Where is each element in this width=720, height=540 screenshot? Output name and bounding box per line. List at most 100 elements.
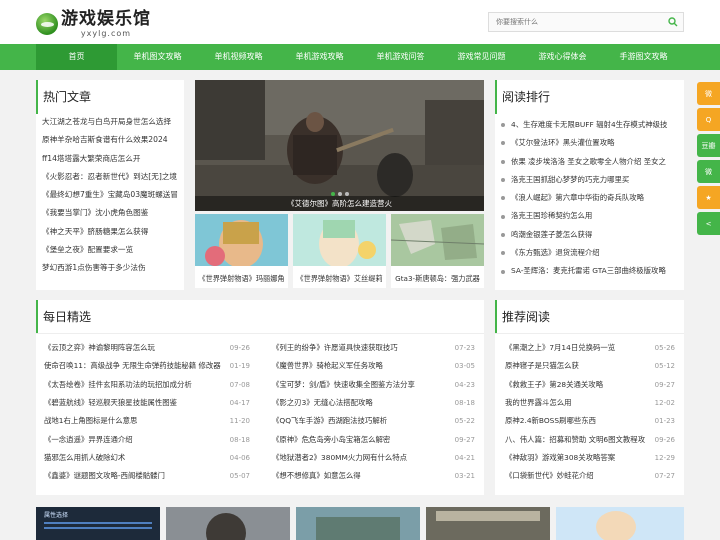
nav-item-mobile-guides[interactable]: 手游图文攻略 — [603, 44, 684, 70]
hot-article-link[interactable]: 《堡垒之夜》配置要求一览 — [42, 241, 178, 259]
gallery-thumb[interactable] — [166, 507, 290, 540]
daily-pick-title: 《碧蓝航线》轻巡舰天狼星技能属性图鉴 — [44, 397, 178, 407]
daily-pick-date: 04-23 — [454, 380, 475, 389]
gallery-thumb[interactable] — [556, 507, 684, 540]
logo-mark-icon — [36, 13, 58, 35]
thumb-card[interactable]: 《世界弹射物语》玛丽娜角 — [195, 214, 288, 288]
gallery-thumb[interactable] — [426, 507, 550, 540]
thumb-card[interactable]: Gta3-斯唐顿岛：强力武器 — [390, 214, 485, 288]
nav-item-pc-videos[interactable]: 单机视频攻略 — [198, 44, 279, 70]
daily-pick-date: 09-26 — [229, 344, 250, 352]
site-header: 游戏娱乐馆 yxylg.com — [0, 0, 720, 44]
daily-pick-date: 04-21 — [454, 453, 475, 462]
daily-pick-item[interactable]: 猫邪怎么用抓人破除幻术 04-06 — [44, 449, 250, 467]
daily-pick-title: 《影之刃3》无缝心法搭配攻略 — [272, 397, 373, 407]
recommended-date: 05-26 — [654, 344, 675, 352]
hot-article-link[interactable]: 梦幻西游1点伤害等于多少法伤 — [42, 259, 178, 277]
nav-item-pc-strategy[interactable]: 单机游戏攻略 — [279, 44, 360, 70]
daily-pick-item[interactable]: 《一念逍遥》异界连通介绍 08-18 — [44, 431, 250, 449]
bullet-icon — [501, 123, 505, 128]
daily-pick-item[interactable]: 《原神》危危岛旁小岛宝箱怎么解密 09-27 — [272, 431, 475, 449]
daily-pick-title: 《地狱潜者2》380MM火力网有什么特点 — [272, 452, 408, 462]
hot-article-link[interactable]: ff14塔塔露大繁荣商店怎么开 — [42, 150, 178, 168]
daily-pick-date: 09-27 — [454, 435, 475, 444]
thumb-card[interactable]: 《世界弹射物语》艾丝缇莉 — [293, 214, 386, 288]
hot-article-link[interactable]: 原神羊杂哈吉斯食谱有什么效果2024 — [42, 131, 178, 149]
daily-pick-item[interactable]: 《想不想修真》如意怎么得 03-21 — [272, 467, 475, 485]
daily-pick-item[interactable]: 《云顶之弈》神谕黎明阵容怎么玩 09-26 — [44, 339, 250, 357]
search-input[interactable] — [489, 13, 659, 31]
weibo-icon[interactable]: 微 — [697, 82, 720, 105]
daily-pick-item[interactable]: 《列王的纷争》许愿道具快速获取技巧 07-23 — [272, 339, 475, 357]
recommended-item[interactable]: 我的世界露斗怎么用 12-02 — [505, 394, 675, 412]
ranking-item[interactable]: 4、生存难度卡无限BUFF 辐射4生存模式神级技 — [501, 116, 676, 134]
daily-pick-item[interactable]: 《碧蓝航线》轻巡舰天狼星技能属性图鉴 04-17 — [44, 394, 250, 412]
daily-pick-title: 《QQ飞车手游》西湖跑法技巧解析 — [272, 416, 388, 426]
daily-pick-item[interactable]: 《太吾绘卷》挂件玄阳系功法的玩招加成分析 07-08 — [44, 376, 250, 394]
wechat-icon[interactable]: 微 — [697, 160, 720, 183]
slider-caption[interactable]: 《艾德尔图》高阶怎么建造营火 — [195, 196, 484, 211]
recommended-item[interactable]: 《黑潮之上》7月14日兑换码一览 05-26 — [505, 339, 675, 357]
recommended-item[interactable]: 原神2.4新BOSS刷哪些东西 01-23 — [505, 412, 675, 430]
daily-pick-title: 《魔兽世界》骑枪起义军任务攻略 — [272, 361, 383, 371]
ranking-item[interactable]: 《东方甄选》退货流程介绍 — [501, 244, 676, 262]
gallery-thumb[interactable] — [296, 507, 420, 540]
recommended-title-text: 原神2.4新BOSS刷哪些东西 — [505, 416, 597, 426]
recommended-item[interactable]: 原神寝子是只猫怎么获 05-12 — [505, 357, 675, 375]
daily-pick-item[interactable]: 战地1右上角图标是什么意思 11-20 — [44, 412, 250, 430]
hot-article-link[interactable]: 《最终幻想7重生》宝藏岛03魔斑螺送冒 — [42, 186, 178, 204]
nav-item-experience[interactable]: 游戏心得体会 — [522, 44, 603, 70]
favorite-icon[interactable]: ★ — [697, 186, 720, 209]
recommended-item[interactable]: 《救救王子》第28关通关攻略 09-27 — [505, 376, 675, 394]
daily-pick-date: 05-07 — [229, 472, 250, 481]
daily-picks-title: 每日精选 — [36, 300, 484, 334]
ranking-item[interactable]: 《艾尔登法环》黑头灌位置攻略 — [501, 134, 676, 152]
logo-title: 游戏娱乐馆 — [61, 9, 151, 29]
daily-pick-date: 11-20 — [229, 417, 250, 426]
daily-pick-item[interactable]: 《魔兽世界》骑枪起义军任务攻略 03-05 — [272, 357, 475, 375]
site-logo[interactable]: 游戏娱乐馆 yxylg.com — [36, 9, 151, 39]
search-icon[interactable] — [667, 16, 679, 28]
recommended-date: 05-12 — [654, 362, 675, 371]
bullet-icon — [501, 178, 505, 183]
recommended-date: 09-27 — [654, 380, 675, 389]
recommended-item[interactable]: 八、伟人篇：招募和赞助 文明6图文教程攻略 09-26 — [505, 431, 675, 449]
daily-pick-title: 《云顶之弈》神谕黎明阵容怎么玩 — [44, 343, 155, 352]
recommended-title-text: 我的世界露斗怎么用 — [505, 397, 572, 407]
ranking-item[interactable]: 依果 凌步埃洛洛 圣女之歌零全人物介绍 圣女之 — [501, 153, 676, 171]
daily-pick-item[interactable]: 《宝可梦：剑/盾》快速收集全图鉴方法分享 04-23 — [272, 376, 475, 394]
daily-pick-item[interactable]: 《鑫婆》谜题图文攻略-西阁楼骷髅门 05-07 — [44, 467, 250, 485]
ranking-item[interactable]: 洛克王国抓甜心梦梦的巧克力哪里买 — [501, 171, 676, 189]
hot-article-link[interactable]: 大江湖之苍龙与白鸟开局身世怎么选择 — [42, 113, 178, 131]
hot-article-link[interactable]: 《神之天平》脐肠糖果怎么获得 — [42, 223, 178, 241]
ranking-item[interactable]: 鸣潮金银莲子菱怎么获得 — [501, 226, 676, 244]
gallery-thumb[interactable]: 属性选择 — [36, 507, 160, 540]
daily-pick-item[interactable]: 《QQ飞车手游》西湖跑法技巧解析 05-22 — [272, 412, 475, 430]
reading-ranking-panel: 阅读排行 4、生存难度卡无限BUFF 辐射4生存模式神级技 《艾尔登法环》黑头灌… — [495, 80, 684, 290]
hot-article-link[interactable]: 《火影忍者：忍者新世代》到达[无]之境 — [42, 168, 178, 186]
recommended-date: 12-02 — [654, 398, 675, 407]
search-box — [488, 12, 684, 32]
ranking-item[interactable]: SA-圣辉洛：麦克托雷诺 GTA三部曲终极版攻略 — [501, 262, 676, 280]
bullet-icon — [501, 196, 505, 201]
nav-item-pc-qa[interactable]: 单机游戏问答 — [360, 44, 441, 70]
featured-slider[interactable]: 《艾德尔图》高阶怎么建造营火 — [195, 80, 484, 211]
daily-pick-item[interactable]: 使命召唤11：高级战争 无限生命弹药技能秘籍 修改器 01-19 — [44, 357, 250, 375]
ranking-item[interactable]: 洛克王国珍稀契约怎么用 — [501, 207, 676, 225]
daily-pick-item[interactable]: 《影之刃3》无缝心法搭配攻略 08-18 — [272, 394, 475, 412]
recommended-item[interactable]: 《口袋新世代》妙蛙花介绍 07-27 — [505, 467, 675, 485]
nav-item-faq[interactable]: 游戏常见问题 — [441, 44, 522, 70]
nav-item-pc-guides[interactable]: 单机图文攻略 — [117, 44, 198, 70]
recommended-date: 09-26 — [654, 435, 675, 444]
hot-articles-panel: 热门文章 大江湖之苍龙与白鸟开局身世怎么选择 原神羊杂哈吉斯食谱有什么效果202… — [36, 80, 184, 290]
ranking-item[interactable]: 《浪人崛起》第六章中华街的奇兵队攻略 — [501, 189, 676, 207]
recommended-date: 01-23 — [654, 417, 675, 426]
daily-pick-item[interactable]: 《地狱潜者2》380MM火力网有什么特点 04-21 — [272, 449, 475, 467]
hot-article-link[interactable]: 《我要当掌门》沈小虎角色图鉴 — [42, 204, 178, 222]
recommended-title-text: 《口袋新世代》妙蛙花介绍 — [505, 471, 594, 481]
recommended-item[interactable]: 《神敌羽》游戏第308关攻略答案 12-29 — [505, 449, 675, 467]
share-icon[interactable]: < — [697, 212, 720, 235]
nav-item-home[interactable]: 首页 — [36, 44, 117, 70]
qzone-icon[interactable]: Q — [697, 108, 720, 131]
douban-icon[interactable]: 豆瓣 — [697, 134, 720, 157]
